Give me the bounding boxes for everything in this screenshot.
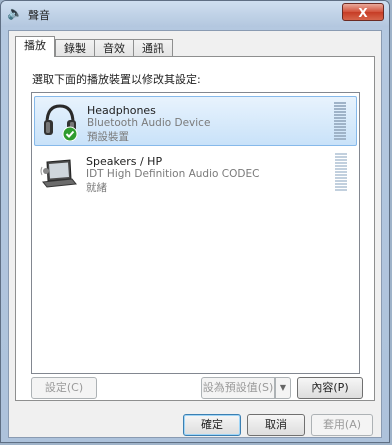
- tab-sounds[interactable]: 音效: [94, 39, 133, 57]
- window-title: 聲音: [28, 9, 50, 22]
- instruction-text: 選取下面的播放裝置以修改其設定:: [32, 73, 201, 86]
- title-bar[interactable]: 🔈 聲音 X: [1, 1, 389, 27]
- volume-meter: [335, 153, 347, 193]
- device-item-speakers[interactable]: Speakers / HP IDT High Definition Audio …: [34, 148, 357, 198]
- configure-button[interactable]: 設定(C): [31, 377, 97, 399]
- laptop-speakers-icon: [40, 152, 78, 192]
- properties-button[interactable]: 內容(P): [297, 377, 363, 399]
- set-default-button[interactable]: 設為預設值(S): [201, 377, 275, 399]
- device-description: IDT High Definition Audio CODEC: [86, 168, 260, 180]
- playback-panel: 選取下面的播放裝置以修改其設定: Headphones Bluetooth Au…: [15, 56, 375, 401]
- dialog-client-area: 播放 錄製 音效 通訊 選取下面的播放裝置以修改其設定: Headphones …: [8, 30, 382, 438]
- headphones-icon: [41, 101, 79, 142]
- tab-strip: 播放 錄製 音效 通訊: [15, 36, 173, 57]
- device-item-headphones[interactable]: Headphones Bluetooth Audio Device 預設裝置: [34, 96, 357, 146]
- device-status: 預設裝置: [87, 131, 129, 143]
- device-status: 就緒: [86, 182, 107, 194]
- cancel-button[interactable]: 取消: [247, 414, 305, 436]
- device-name: Speakers / HP: [86, 155, 163, 168]
- tab-recording[interactable]: 錄製: [55, 39, 94, 57]
- tab-communications[interactable]: 通訊: [133, 39, 173, 57]
- volume-meter: [334, 102, 346, 142]
- apply-button[interactable]: 套用(A): [311, 414, 373, 436]
- tab-playback[interactable]: 播放: [15, 36, 55, 57]
- ok-button[interactable]: 確定: [183, 414, 241, 436]
- device-name: Headphones: [87, 104, 156, 117]
- set-default-dropdown-arrow[interactable]: ▼: [275, 377, 291, 399]
- speaker-icon: 🔈: [7, 6, 24, 21]
- sound-dialog: 🔈 聲音 X 播放 錄製 音效 通訊 選取下面的播放裝置以修改其設定: Head…: [0, 0, 390, 443]
- device-description: Bluetooth Audio Device: [87, 117, 211, 129]
- close-button[interactable]: X: [342, 3, 384, 21]
- device-list[interactable]: Headphones Bluetooth Audio Device 預設裝置 S…: [31, 92, 360, 374]
